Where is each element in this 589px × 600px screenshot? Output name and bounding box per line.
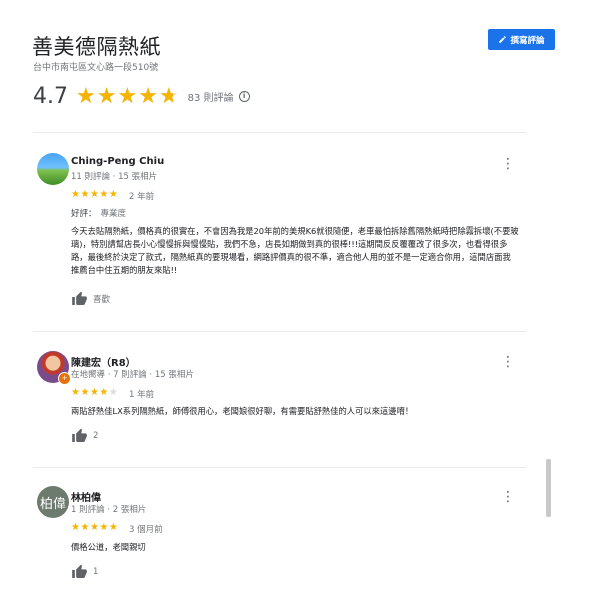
review-text: 兩貼舒熱佳LX系列隔熱紙，師傅很用心，老闆娘很好聊，有需要貼舒熱佳的人可以來這邊… [71, 406, 414, 416]
rating-number: 4.7 [33, 84, 68, 109]
star-icon: ★ [80, 189, 90, 200]
reviewer-meta: 在地嚮導 · 7 則評論 · 15 張相片 [71, 370, 194, 380]
review-date: 3 個月前 [129, 525, 163, 535]
star-icon: ★ ★ [117, 83, 138, 109]
place-address: 台中市南屯區文心路一段510號 [33, 63, 159, 73]
thumbs-up-icon [72, 291, 87, 305]
aspect-value: 專業度 [100, 209, 127, 219]
review-stars: ★★★★★ [71, 522, 118, 533]
local-guide-icon: + [58, 372, 71, 385]
like-count: 1 [93, 567, 99, 577]
aspect-label: 好評： [71, 209, 97, 219]
thumbs-up-icon [72, 428, 87, 442]
like-button[interactable]: 2 [71, 428, 98, 444]
star-icon: ★ ★ [158, 83, 179, 109]
write-review-button[interactable]: 撰寫評論 [488, 29, 555, 50]
star-icon: ★ [108, 189, 119, 200]
rating-stars: ★ ★ ★ ★ ★ ★ ★ ★ ★ ★ [76, 83, 180, 109]
star-icon: ★ [108, 522, 119, 533]
rating-summary: 4.7 ★ ★ ★ ★ ★ ★ ★ ★ ★ ★ 83 則評論 i [33, 84, 250, 109]
like-label: 喜歡 [93, 295, 111, 305]
write-review-label: 撰寫評論 [510, 35, 545, 46]
review-date: 1 年前 [129, 390, 155, 400]
reviewer-meta: 1 則評論 · 2 張相片 [71, 505, 147, 515]
review-item: Ching-Peng Chiu 11 則評論 · 15 張相片 ⋮ ★★★★★ … [37, 153, 527, 313]
review-item: + 陳建宏（R8） 在地嚮導 · 7 則評論 · 15 張相片 ⋮ ★★★★★ … [37, 351, 527, 446]
star-icon: ★ [99, 189, 109, 200]
more-options-icon[interactable]: ⋮ [501, 355, 515, 369]
reviewer-name[interactable]: Ching-Peng Chiu [71, 156, 164, 167]
thumbs-up-icon [72, 564, 87, 578]
star-icon: ★ [99, 387, 109, 398]
review-item: 柏偉 林柏偉 1 則評論 · 2 張相片 ⋮ ★★★★★ 3 個月前 價格公道，… [37, 486, 527, 586]
review-stars: ★★★★★ [71, 189, 118, 200]
reviewer-name[interactable]: 陳建宏（R8） [71, 354, 136, 369]
reviewer-name[interactable]: 林柏偉 [71, 489, 101, 504]
reviewer-meta: 11 則評論 · 15 張相片 [71, 172, 158, 182]
divider [33, 132, 526, 133]
star-icon: ★ ★ [76, 83, 96, 109]
like-count: 2 [93, 431, 99, 441]
more-options-icon[interactable]: ⋮ [501, 490, 515, 504]
info-icon[interactable]: i [238, 91, 250, 102]
more-options-icon[interactable]: ⋮ [501, 157, 515, 171]
pencil-icon [499, 36, 507, 43]
scrollbar-thumb[interactable] [546, 459, 551, 517]
star-icon: ★ ★ [138, 83, 158, 109]
review-text: 今天去貼隔熱紙，價格真的很實在，不會因為我是20年前的美規K6就很隨便，老車最怕… [71, 226, 519, 275]
like-button[interactable]: 1 [71, 564, 98, 580]
review-text: 價格公道，老闆親切 [71, 542, 146, 552]
star-icon: ★ [89, 189, 100, 200]
divider [33, 467, 526, 468]
star-icon: ★ [89, 387, 100, 398]
place-title: 善美德隔熱紙 [32, 35, 161, 59]
star-icon: ★ [89, 522, 100, 533]
divider [33, 331, 526, 332]
star-icon: ★ [99, 522, 109, 533]
star-icon: ★ [80, 522, 90, 533]
avatar[interactable] [37, 153, 69, 185]
like-button[interactable]: 喜歡 [71, 291, 110, 307]
star-icon: ★ ★ [96, 83, 117, 109]
review-date: 2 年前 [129, 192, 155, 202]
review-count-link[interactable]: 83 則評論 [188, 89, 234, 104]
review-stars: ★★★★★ [71, 387, 118, 398]
review-aspect: 好評： 專業度 [71, 207, 126, 219]
star-icon: ★ [108, 387, 119, 398]
star-icon: ★ [80, 387, 90, 398]
avatar[interactable]: 柏偉 [37, 486, 69, 518]
